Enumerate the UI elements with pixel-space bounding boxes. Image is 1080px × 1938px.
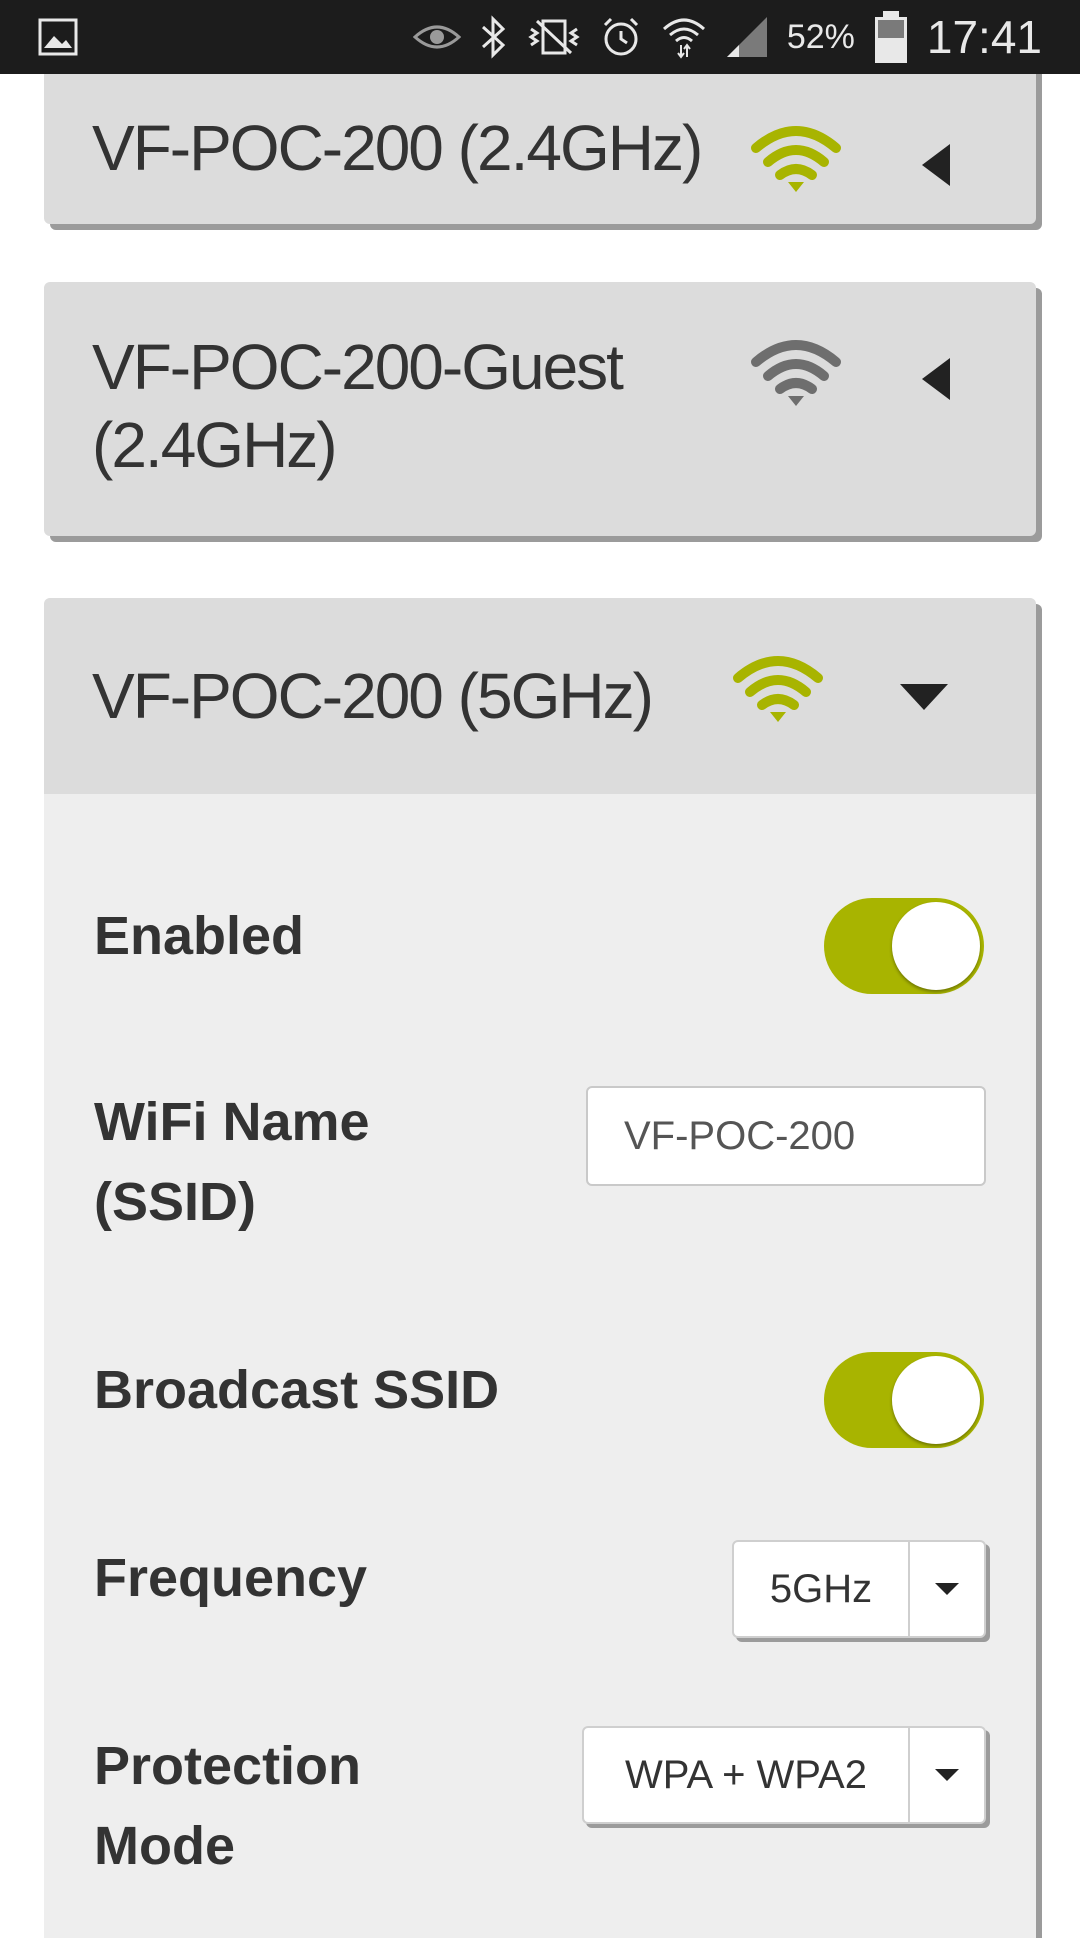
wifi-status-icon xyxy=(661,15,707,59)
protection-row: Protection Mode xyxy=(94,1726,434,1886)
frequency-value: 5GHz xyxy=(769,1566,873,1611)
broadcast-row: Broadcast SSID xyxy=(94,1350,499,1430)
frequency-select[interactable]: 5GHz xyxy=(732,1540,986,1638)
network-title: VF-POC-200 (2.4GHz) xyxy=(92,112,703,184)
dropdown-arrow-icon xyxy=(908,1728,984,1822)
ssid-row: WiFi Name (SSID) xyxy=(94,1082,514,1242)
frequency-label: Frequency xyxy=(94,1548,368,1608)
network-header[interactable]: VF-POC-200-Guest (2.4GHz) xyxy=(44,282,1036,536)
wifi-icon xyxy=(732,656,824,727)
enabled-row: Enabled xyxy=(94,896,304,976)
image-icon xyxy=(38,18,78,56)
bluetooth-icon xyxy=(479,15,509,59)
network-header[interactable]: VF-POC-200 (5GHz) xyxy=(44,598,1036,794)
status-bar: 52% 17:41 xyxy=(0,0,1080,74)
alarm-icon xyxy=(599,15,643,59)
eye-icon xyxy=(412,21,461,53)
toggle-knob xyxy=(892,1356,980,1444)
chevron-down-icon[interactable] xyxy=(898,682,950,717)
vibrate-icon xyxy=(527,17,581,57)
ssid-input[interactable] xyxy=(586,1086,986,1186)
network-card-expanded: VF-POC-200 (5GHz) Enabled WiFi Name (SSI… xyxy=(44,598,1036,1938)
enabled-label: Enabled xyxy=(94,906,305,966)
ssid-label: WiFi Name (SSID) xyxy=(94,1092,370,1232)
wifi-icon xyxy=(750,126,842,197)
battery-icon xyxy=(873,9,909,65)
clock: 17:41 xyxy=(926,11,1042,63)
network-title: VF-POC-200 (5GHz) xyxy=(92,660,654,732)
dropdown-arrow-icon xyxy=(908,1542,984,1636)
signal-icon xyxy=(725,15,769,59)
chevron-left-icon[interactable] xyxy=(920,356,952,407)
network-title: VF-POC-200-Guest (2.4GHz) xyxy=(92,331,624,481)
network-card: VF-POC-200-Guest (2.4GHz) xyxy=(44,282,1036,536)
broadcast-label: Broadcast SSID xyxy=(94,1360,500,1420)
protection-select[interactable]: WPA + WPA2 xyxy=(582,1726,986,1824)
protection-value: WPA + WPA2 xyxy=(625,1752,867,1797)
protection-label: Protection Mode xyxy=(94,1736,362,1876)
wifi-settings-page: VF-POC-200 (2.4GHz) VF-POC-200-Guest (2.… xyxy=(0,0,1080,1938)
chevron-left-icon[interactable] xyxy=(920,142,952,193)
enabled-toggle[interactable] xyxy=(824,898,984,994)
frequency-row: Frequency xyxy=(94,1538,367,1618)
toggle-knob xyxy=(892,902,980,990)
battery-percent: 52% xyxy=(786,17,855,56)
broadcast-toggle[interactable] xyxy=(824,1352,984,1448)
wifi-icon xyxy=(750,340,842,411)
